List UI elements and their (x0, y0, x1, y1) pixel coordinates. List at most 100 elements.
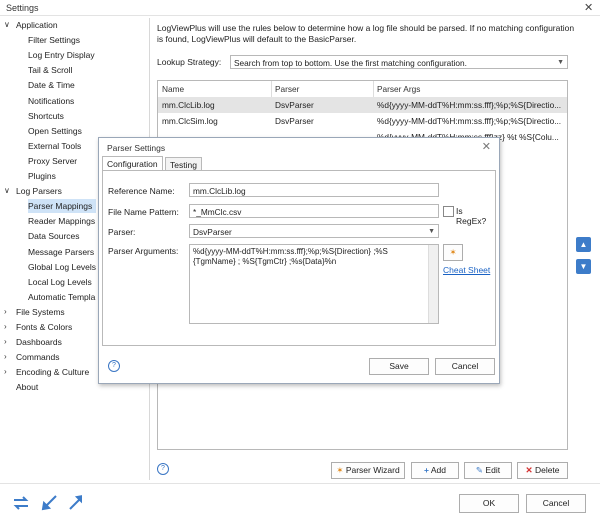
parser-arguments-textarea[interactable]: %d{yyyy-MM-ddT%H:mm:ss.fff};%p;%S{Direct… (189, 244, 439, 324)
footer-separator (0, 483, 600, 484)
parser-wizard-button[interactable]: ✶ Parser Wizard (331, 462, 405, 479)
tree-group-label: Application (16, 20, 58, 30)
lookup-strategy-label: Lookup Strategy: (157, 57, 222, 67)
column-divider (373, 81, 374, 97)
cheat-sheet-link[interactable]: Cheat Sheet (443, 265, 490, 275)
table-cell: DsvParser (275, 100, 314, 110)
table-cell: DsvParser (275, 116, 314, 126)
title-divider (0, 15, 600, 16)
sidebar-item-filter-settings[interactable]: Filter Settings (28, 33, 84, 47)
dialog-help-icon[interactable]: ? (108, 360, 120, 372)
textarea-scrollbar[interactable] (428, 245, 438, 323)
format-wizard-button[interactable]: ✶ (443, 244, 463, 261)
edit-button[interactable]: ✎ Edit (464, 462, 512, 479)
sidebar-item-proxy-server[interactable]: Proxy Server (28, 154, 81, 168)
tree-group-label: Log Parsers (16, 186, 62, 197)
dialog-title: Parser Settings (107, 143, 166, 153)
sidebar-item-tail-scroll[interactable]: Tail & Scroll (28, 63, 76, 77)
arrow-up-right-icon[interactable] (69, 495, 82, 510)
table-row[interactable]: mm.ClcLib.log DsvParser %d{yyyy-MM-ddT%H:m… (158, 97, 567, 113)
plus-icon: + (424, 465, 429, 475)
sidebar-item-data-sources[interactable]: Data Sources (28, 229, 84, 243)
chevron-right-icon[interactable]: › (4, 365, 14, 379)
chevron-down-icon[interactable]: ∨ (4, 18, 14, 32)
parser-arguments-value: %d{yyyy-MM-ddT%H:mm:ss.fff};%p;%S{Direct… (193, 247, 388, 266)
window-title: Settings (6, 3, 39, 13)
sidebar-item-date-time[interactable]: Date & Time (28, 78, 79, 92)
configuration-panel: Reference Name: mm.ClcLib.log File Name … (102, 170, 496, 346)
chevron-down-icon: ▼ (428, 228, 435, 235)
sync-icon[interactable] (13, 496, 29, 510)
reference-name-input[interactable]: mm.ClcLib.log (189, 183, 439, 197)
parser-select[interactable]: DsvParser ▼ (189, 224, 439, 238)
table-header: Name Parser Parser Args (158, 81, 567, 98)
add-button[interactable]: + Add (411, 462, 459, 479)
tree-group-label: Fonts & Colors (16, 322, 73, 332)
sidebar-item-parser-mappings[interactable]: Parser Mappings (28, 199, 97, 214)
add-label: Add (430, 465, 446, 475)
parser-label: Parser: (108, 227, 136, 237)
is-regex-label: Is RegEx? (456, 206, 487, 226)
tree-group-label: Encoding & Culture (16, 367, 90, 378)
sidebar-item-external-tools[interactable]: External Tools (28, 139, 85, 153)
chevron-right-icon[interactable]: › (4, 320, 14, 334)
move-down-button[interactable]: ▼ (576, 259, 591, 274)
chevron-right-icon[interactable]: › (4, 350, 14, 364)
sidebar-item-reader-mappings[interactable]: Reader Mappings (28, 214, 99, 228)
dialog-cancel-button[interactable]: Cancel (435, 358, 495, 375)
sidebar-item-shortcuts[interactable]: Shortcuts (28, 109, 68, 123)
footer-toolbar (13, 495, 82, 511)
sidebar-item-message-parsers[interactable]: Message Parsers (28, 245, 98, 259)
help-icon[interactable]: ? (157, 463, 169, 475)
sidebar-item-notifications[interactable]: Notifications (28, 94, 78, 108)
column-divider (271, 81, 272, 97)
ok-button[interactable]: OK (459, 494, 519, 513)
delete-x-icon: ✕ (525, 465, 533, 475)
sidebar-item-local-log-levels[interactable]: Local Log Levels (28, 275, 96, 289)
reference-name-label: Reference Name: (108, 186, 175, 196)
sidebar-item-open-settings[interactable]: Open Settings (28, 124, 86, 138)
column-header-parser-args[interactable]: Parser Args (377, 84, 420, 94)
tree-group-label: File Systems (16, 306, 65, 317)
sidebar-item-global-log-levels[interactable]: Global Log Levels (28, 260, 100, 274)
delete-button[interactable]: ✕ Delete (517, 462, 568, 479)
parser-arguments-label: Parser Arguments: (108, 246, 179, 256)
sidebar-item-log-entry-display[interactable]: Log Entry Display (28, 48, 99, 62)
tree-group-label: About (16, 382, 39, 393)
sidebar-item-plugins[interactable]: Plugins (28, 169, 60, 183)
wand-icon: ✶ (336, 465, 344, 475)
lookup-strategy-select[interactable]: Search from top to bottom. Use the first… (230, 55, 568, 69)
edit-label: Edit (485, 465, 501, 475)
tree-group-label: Dashboards (16, 337, 62, 348)
chevron-right-icon[interactable]: › (4, 335, 14, 349)
chevron-right-icon[interactable]: › (4, 305, 14, 319)
parser-select-value: DsvParser (193, 227, 232, 237)
table-cell: mm.ClcLib.log (162, 100, 215, 110)
cancel-button[interactable]: Cancel (526, 494, 586, 513)
dialog-close-icon[interactable]: ✕ (482, 140, 491, 153)
chevron-down-icon[interactable]: ∨ (4, 184, 14, 198)
parser-settings-dialog: Parser Settings ✕ Configuration Testing … (98, 137, 500, 384)
table-row[interactable]: mm.ClcSim.log DsvParser %d{yyyy-MM-ddT%H:m… (158, 113, 567, 129)
file-name-pattern-input[interactable]: *_MmClc.csv (189, 204, 439, 218)
pencil-icon: ✎ (475, 465, 484, 475)
table-cell: %d{yyyy-MM-ddT%H:mm:ss.fff};%p;%S{Direct… (377, 116, 562, 126)
delete-label: Delete (534, 465, 560, 475)
tree-group-label: Commands (16, 352, 60, 363)
parser-wizard-label: Parser Wizard (345, 465, 400, 475)
column-header-name[interactable]: Name (162, 84, 184, 94)
close-icon[interactable]: ✕ (584, 1, 593, 14)
table-cell: mm.ClcSim.log (162, 116, 218, 126)
sidebar-item-automatic-templa[interactable]: Automatic Templa (28, 290, 99, 304)
save-button[interactable]: Save (369, 358, 429, 375)
chevron-down-icon: ▼ (557, 59, 564, 66)
move-up-button[interactable]: ▲ (576, 237, 591, 252)
file-name-pattern-label: File Name Pattern: (108, 207, 179, 217)
arrow-down-left-icon[interactable] (41, 495, 57, 511)
title-bar: Settings ✕ (0, 0, 600, 16)
is-regex-checkbox[interactable] (443, 206, 454, 217)
column-header-parser[interactable]: Parser (275, 84, 299, 94)
table-cell: %d{yyyy-MM-ddT%H:mm:ss.fff};%p;%S{Direct… (377, 100, 562, 110)
wand-icon: ✶ (449, 247, 457, 257)
lookup-strategy-value: Search from top to bottom. Use the first… (234, 58, 467, 68)
